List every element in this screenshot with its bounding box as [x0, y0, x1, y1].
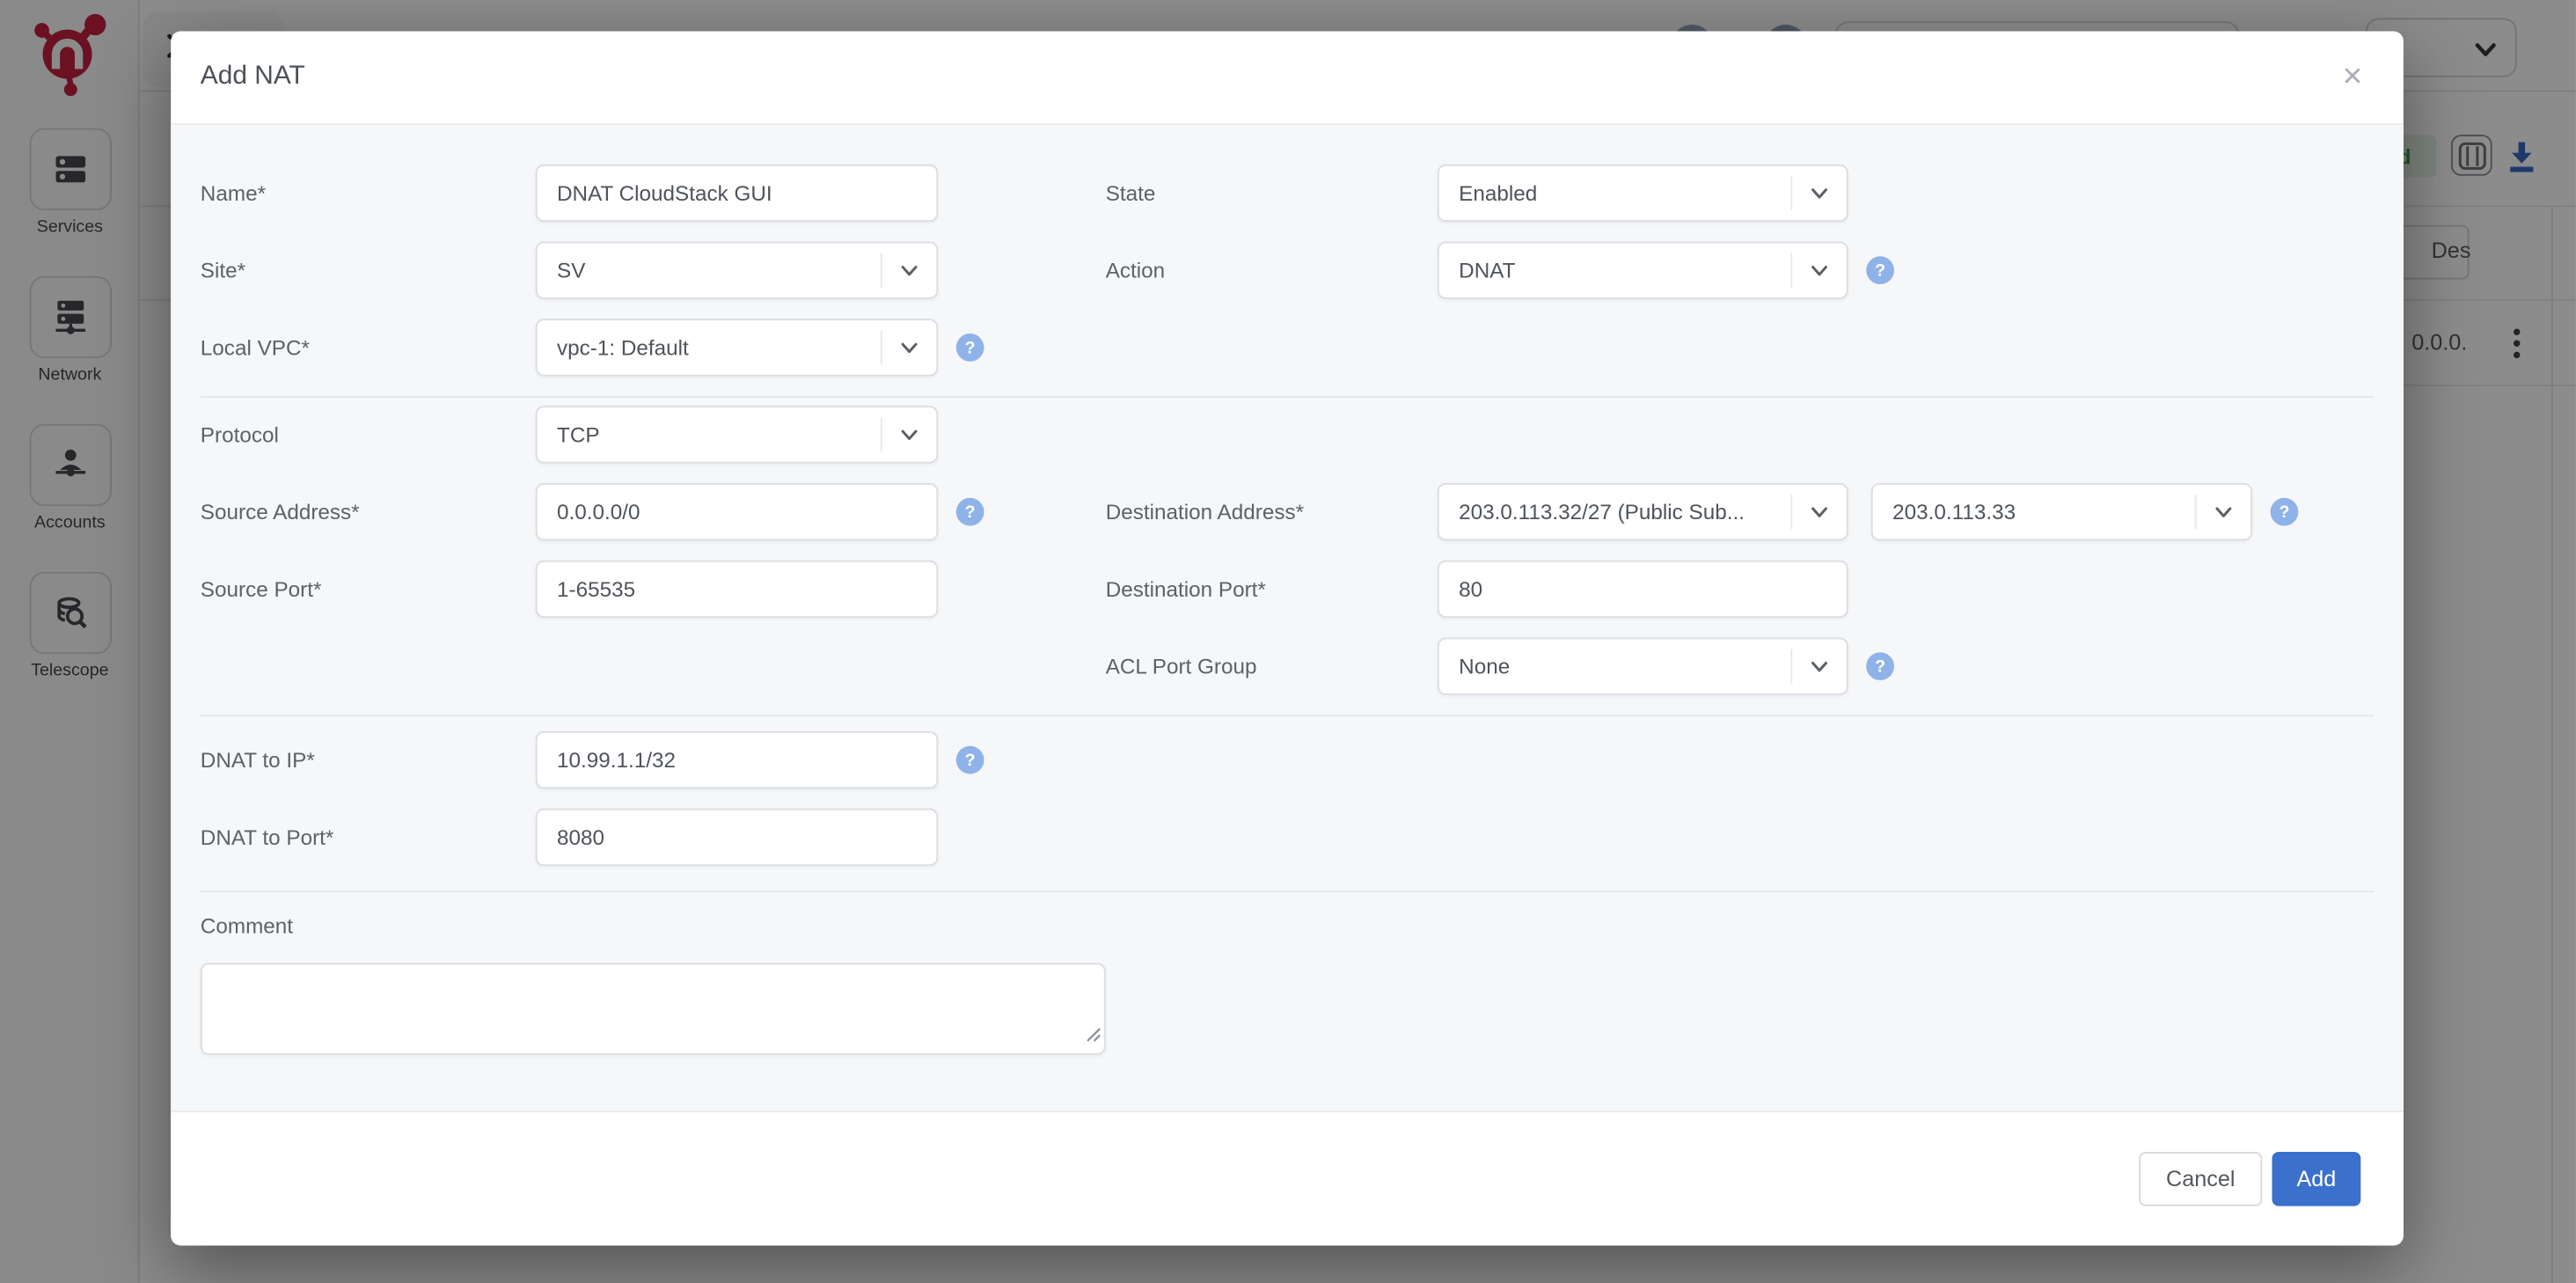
chevron-down-icon	[1790, 639, 1846, 693]
source-address-label: Source Address*	[201, 500, 536, 524]
chevron-down-icon	[1790, 166, 1846, 221]
source-port-label: Source Port*	[201, 576, 536, 601]
add-nat-modal: Add NAT × Name* State Enabled Site*	[171, 31, 2404, 1245]
chevron-down-icon	[1790, 243, 1846, 297]
destination-port-label: Destination Port*	[1106, 576, 1438, 601]
chevron-down-icon	[2195, 485, 2250, 539]
form-row-addresses: Source Address* ? Destination Address* 2…	[201, 483, 2374, 540]
protocol-select[interactable]: TCP	[536, 406, 938, 463]
action-select[interactable]: DNAT	[1438, 241, 1848, 298]
form-row-site-action: Site* SV Action DNAT ?	[201, 241, 2374, 298]
add-button[interactable]: Add	[2272, 1152, 2360, 1206]
section-divider	[201, 891, 2374, 892]
comment-field-wrap	[201, 963, 1106, 1055]
chevron-down-icon	[881, 320, 936, 375]
acl-port-group-help-icon[interactable]: ?	[1866, 652, 1894, 680]
action-label: Action	[1106, 258, 1438, 282]
destination-port-input[interactable]	[1438, 561, 1848, 618]
form-row-dnat-ip: DNAT to IP* ?	[201, 731, 2374, 788]
form-row-ports: Source Port* Destination Port*	[201, 561, 2374, 618]
local-vpc-select-value: vpc-1: Default	[538, 335, 881, 360]
modal-footer: Cancel Add	[171, 1111, 2404, 1245]
acl-port-group-value: None	[1439, 654, 1791, 678]
cancel-button[interactable]: Cancel	[2139, 1152, 2262, 1206]
section-divider	[201, 396, 2374, 398]
dnat-to-port-label: DNAT to Port*	[201, 825, 536, 849]
site-label: Site*	[201, 258, 536, 282]
destination-address-label: Destination Address*	[1106, 500, 1438, 524]
protocol-select-value: TCP	[538, 422, 881, 447]
comment-label: Comment	[201, 913, 2374, 938]
local-vpc-help-icon[interactable]: ?	[956, 334, 984, 362]
chevron-down-icon	[881, 243, 936, 297]
name-label: Name*	[201, 180, 536, 205]
state-label: State	[1106, 180, 1438, 205]
section-divider	[201, 715, 2374, 716]
site-select-value: SV	[538, 258, 881, 282]
chevron-down-icon	[881, 407, 936, 462]
dnat-to-ip-help-icon[interactable]: ?	[956, 746, 984, 774]
destination-subnet-value: 203.0.113.32/27 (Public Sub...	[1439, 500, 1791, 524]
destination-ip-select[interactable]: 203.0.113.33	[1871, 483, 2252, 540]
action-help-icon[interactable]: ?	[1866, 256, 1894, 284]
site-select[interactable]: SV	[536, 241, 938, 298]
state-select[interactable]: Enabled	[1438, 165, 1848, 222]
screen: Services Network	[0, 0, 2576, 1283]
local-vpc-select[interactable]: vpc-1: Default	[536, 319, 938, 376]
source-address-help-icon[interactable]: ?	[956, 498, 984, 526]
resize-handle-icon[interactable]	[1086, 1021, 1101, 1051]
form-row-dnat-port: DNAT to Port*	[201, 809, 2374, 866]
dnat-to-ip-input[interactable]	[536, 731, 938, 788]
form-row-protocol: Protocol TCP	[201, 406, 2374, 463]
source-port-input[interactable]	[536, 561, 938, 618]
destination-address-help-icon[interactable]: ?	[2271, 498, 2299, 526]
form-row-name-state: Name* State Enabled	[201, 165, 2374, 222]
close-icon[interactable]: ×	[2334, 59, 2370, 95]
source-address-input[interactable]	[536, 483, 938, 540]
comment-textarea[interactable]	[201, 963, 1106, 1055]
modal-title: Add NAT	[201, 62, 305, 92]
modal-header: Add NAT ×	[171, 31, 2404, 124]
form-row-acl: ACL Port Group None ?	[201, 638, 2374, 695]
modal-body: Name* State Enabled Site* SV	[171, 125, 2404, 1111]
dnat-to-port-input[interactable]	[536, 809, 938, 866]
action-select-value: DNAT	[1439, 258, 1791, 282]
local-vpc-label: Local VPC*	[201, 335, 536, 360]
acl-port-group-select[interactable]: None	[1438, 638, 1848, 695]
protocol-label: Protocol	[201, 422, 536, 447]
state-select-value: Enabled	[1439, 180, 1791, 205]
chevron-down-icon	[1790, 485, 1846, 539]
destination-subnet-select[interactable]: 203.0.113.32/27 (Public Sub...	[1438, 483, 1848, 540]
name-input[interactable]	[536, 165, 938, 222]
form-row-local-vpc: Local VPC* vpc-1: Default ?	[201, 319, 2374, 376]
dnat-to-ip-label: DNAT to IP*	[201, 748, 536, 773]
acl-port-group-label: ACL Port Group	[1106, 654, 1438, 678]
destination-ip-value: 203.0.113.33	[1873, 500, 2195, 524]
